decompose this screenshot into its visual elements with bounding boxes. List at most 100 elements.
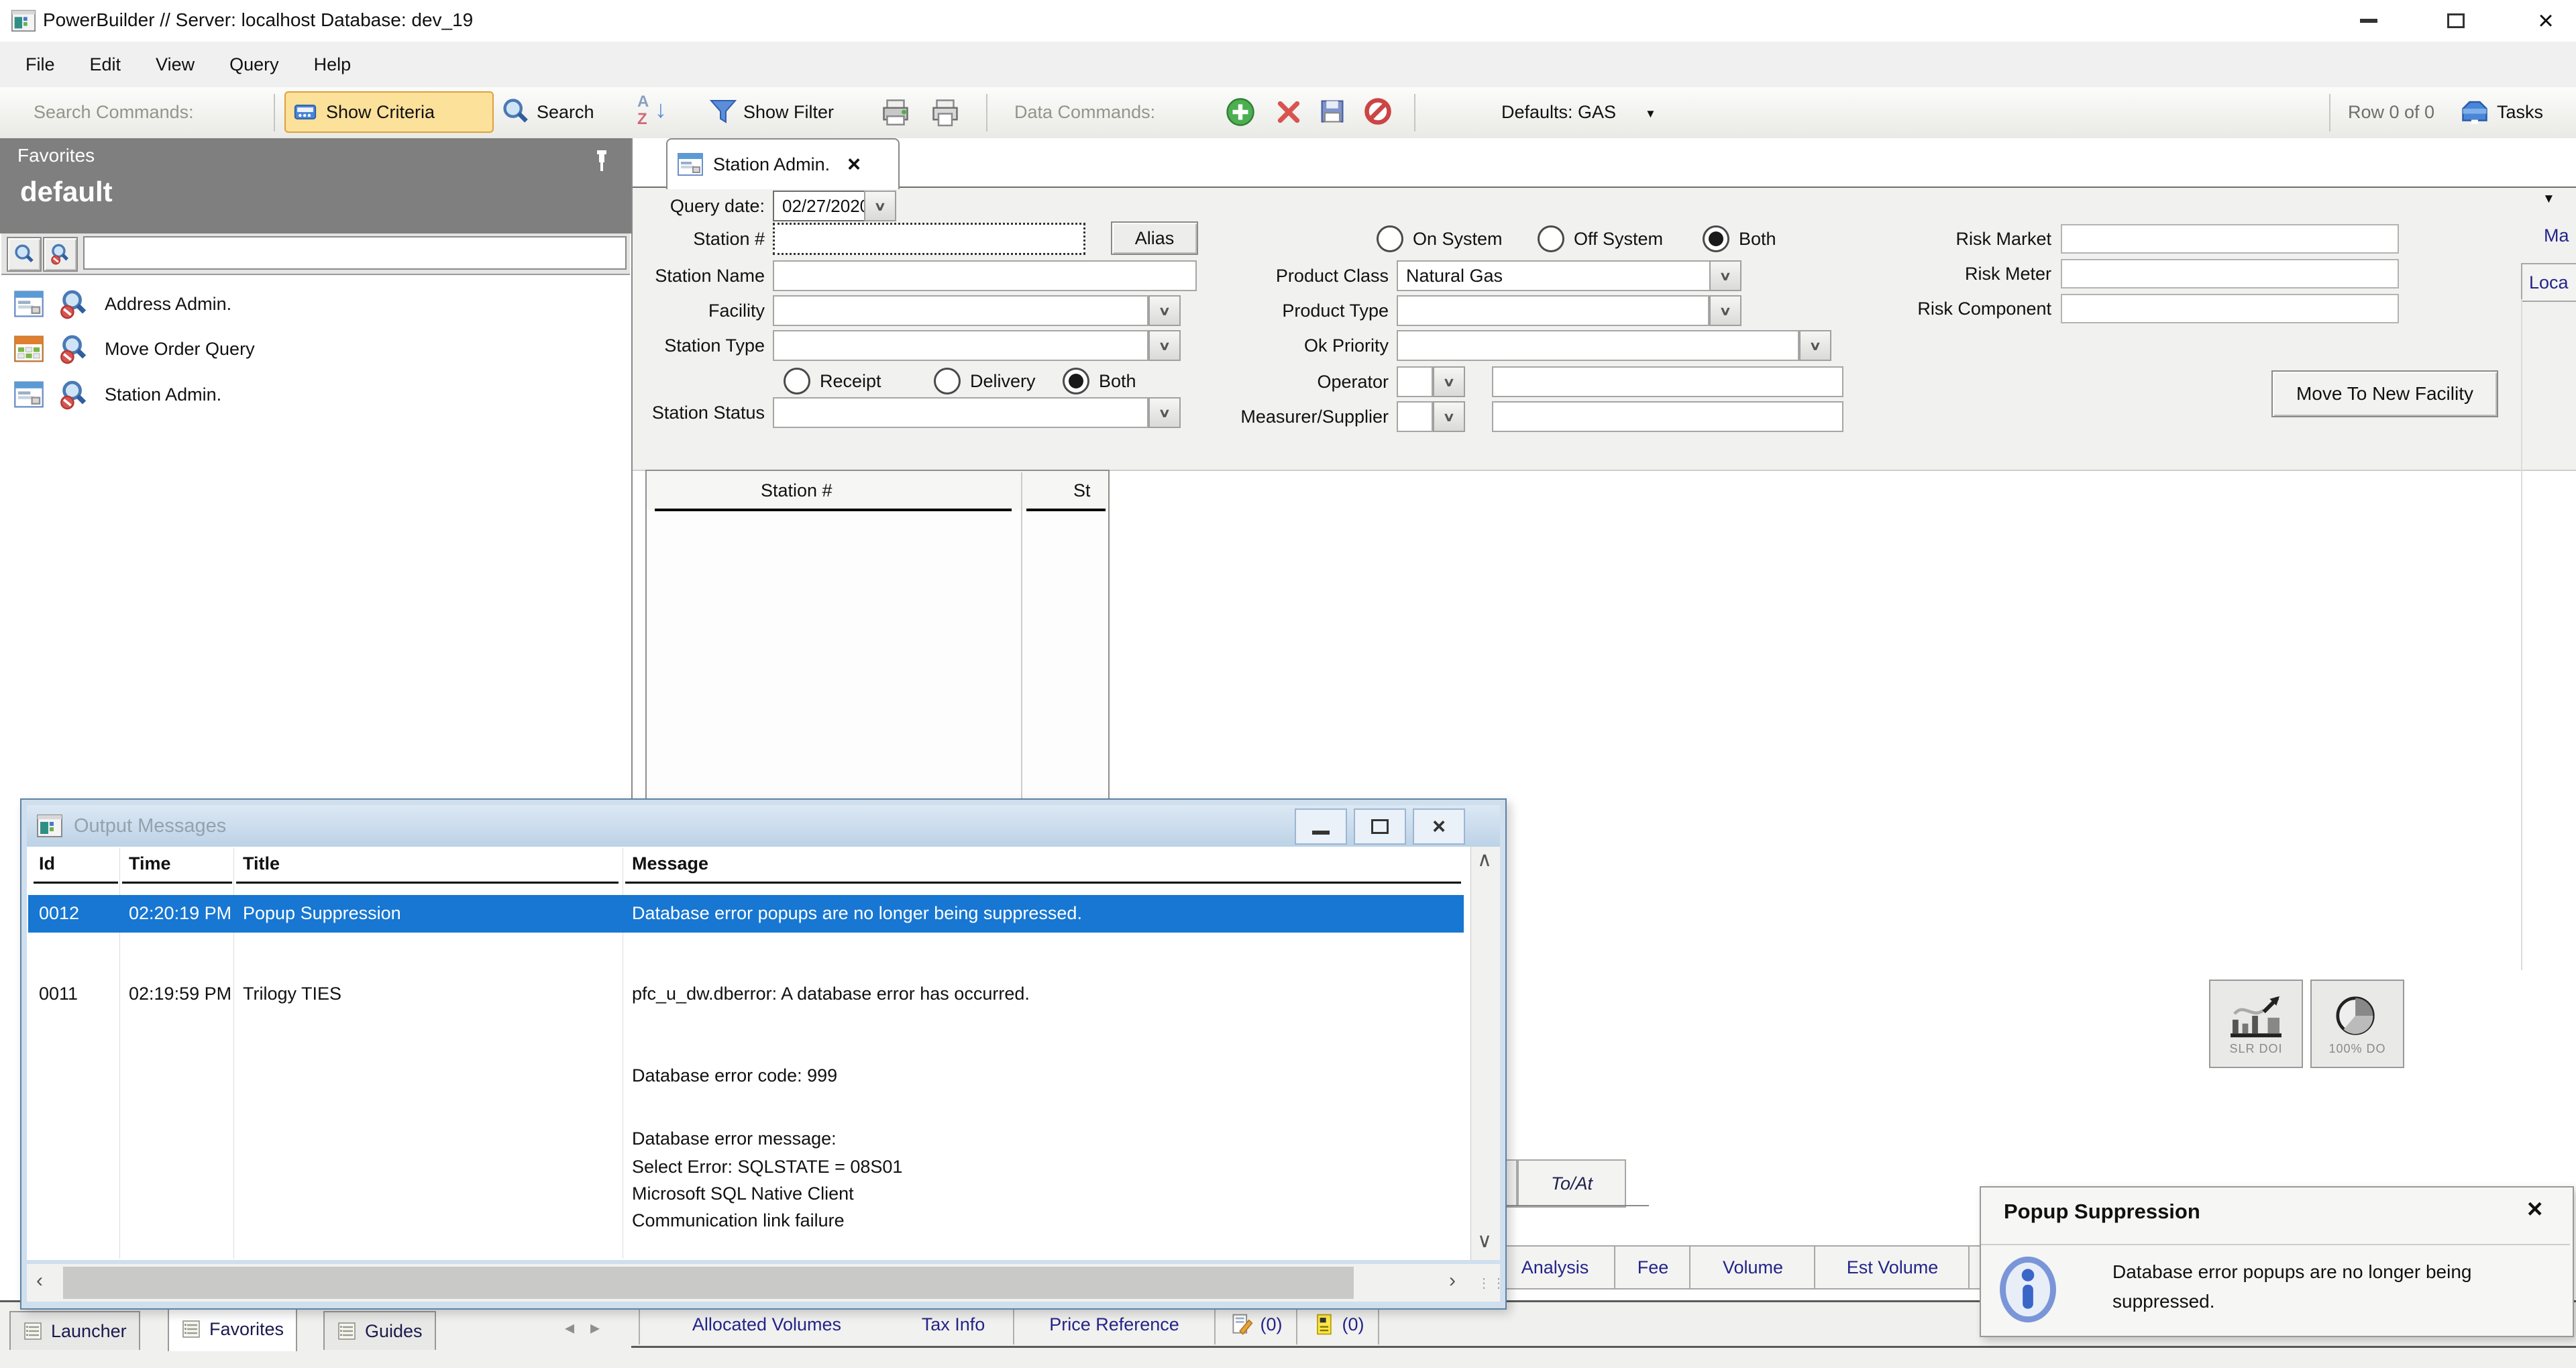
filter-funnel-icon[interactable] [708, 97, 738, 126]
measurer-name-input[interactable] [1492, 401, 1843, 432]
show-criteria-button[interactable]: Show Criteria [284, 91, 494, 133]
tab-allocated-volumes[interactable]: Allocated Volumes [639, 1304, 895, 1345]
delete-row-icon[interactable] [1275, 98, 1303, 126]
scroll-left-icon[interactable]: ‹ [36, 1269, 43, 1292]
product-class-dropdown-button[interactable]: ∨ [1709, 260, 1741, 291]
query-date-field[interactable]: 02/27/2020 [773, 191, 872, 221]
tab-close-icon[interactable]: × [847, 152, 861, 178]
tab-to-at[interactable]: To/At [1517, 1159, 1626, 1208]
output-col-message[interactable]: Message [632, 853, 708, 874]
insert-row-icon[interactable] [1225, 97, 1256, 127]
show-filter-button[interactable]: Show Filter [743, 102, 834, 123]
favorites-clear-search-button[interactable] [43, 237, 78, 272]
alias-button[interactable]: Alias [1111, 221, 1198, 255]
station-status-dropdown-button[interactable]: ∨ [1148, 397, 1181, 428]
output-row-selected[interactable]: 0012 02:20:19 PM Popup Suppression Datab… [28, 895, 1464, 933]
operator-dropdown-button[interactable]: ∨ [1433, 366, 1465, 397]
output-col-time[interactable]: Time [129, 853, 171, 874]
output-col-title[interactable]: Title [243, 853, 280, 874]
tab-sticky-badge[interactable]: (0) [1297, 1304, 1379, 1345]
favorites-item-station-admin[interactable]: Station Admin. [1, 374, 625, 415]
cancel-changes-icon[interactable] [1363, 97, 1393, 126]
dock-tab-guides[interactable]: Guides [323, 1311, 436, 1350]
menu-query[interactable]: Query [212, 42, 297, 87]
tab-overflow-caret-icon[interactable]: ▼ [2542, 192, 2555, 207]
output-messages-window[interactable]: Output Messages × Id Time Title Message … [20, 798, 1507, 1310]
measurer-code-combo[interactable] [1397, 401, 1433, 432]
print-preview-icon[interactable] [928, 95, 962, 129]
results-grid[interactable]: Station # St [645, 470, 1110, 801]
tab-station-admin[interactable]: Station Admin. × [666, 138, 900, 189]
output-vertical-scrollbar[interactable]: ∧ ∨ [1470, 847, 1500, 1260]
pin-icon[interactable] [593, 148, 610, 174]
operator-name-input[interactable] [1492, 366, 1843, 397]
measurer-dropdown-button[interactable]: ∨ [1433, 401, 1465, 432]
output-messages-grid[interactable]: Id Time Title Message 0012 02:20:19 PM P… [27, 847, 1500, 1260]
tab-volume[interactable]: Volume [1689, 1245, 1817, 1290]
tasks-icon[interactable] [2458, 95, 2491, 129]
station-type-dropdown-button[interactable]: ∨ [1148, 330, 1181, 361]
dock-tab-launcher[interactable]: Launcher [9, 1311, 140, 1350]
output-restore-button[interactable] [1354, 808, 1406, 845]
product-class-combo[interactable]: Natural Gas [1397, 260, 1717, 291]
favorites-item-address-admin[interactable]: Address Admin. [1, 283, 625, 325]
full-do-button[interactable]: 100% DO [2310, 980, 2404, 1068]
favorites-profile-name[interactable]: default [20, 176, 113, 208]
menu-file[interactable]: File [8, 42, 72, 87]
facility-combo[interactable] [773, 295, 1148, 326]
menu-edit[interactable]: Edit [72, 42, 139, 87]
delivery-radio[interactable]: Delivery [934, 368, 1036, 394]
grid-col-station-number[interactable]: Station # [761, 480, 833, 501]
tab-tax-info[interactable]: Tax Info [894, 1304, 1014, 1345]
system-both-radio[interactable]: Both [1703, 225, 1776, 252]
output-minimize-button[interactable] [1295, 808, 1347, 845]
scrollbar-thumb[interactable] [63, 1267, 1354, 1299]
station-number-input[interactable] [773, 223, 1085, 255]
tab-fee[interactable]: Fee [1614, 1245, 1692, 1290]
risk-market-input[interactable] [2061, 224, 2399, 254]
minimize-button[interactable] [2339, 0, 2399, 42]
ok-priority-dropdown-button[interactable]: ∨ [1799, 330, 1831, 361]
ok-priority-combo[interactable] [1397, 330, 1799, 361]
menu-help[interactable]: Help [297, 42, 369, 87]
favorites-search-input[interactable] [83, 236, 627, 270]
toast-close-icon[interactable]: × [2527, 1194, 2542, 1224]
close-button[interactable]: × [2516, 0, 2576, 42]
output-col-id[interactable]: Id [39, 853, 55, 874]
favorites-item-move-order-query[interactable]: Move Order Query [1, 328, 625, 370]
dock-scroll-right-icon[interactable]: ▸ [590, 1316, 600, 1338]
move-to-new-facility-button[interactable]: Move To New Facility [2271, 370, 2498, 417]
receipt-radio[interactable]: Receipt [784, 368, 881, 394]
slr-doi-button[interactable]: SLR DOI [2209, 980, 2303, 1068]
tab-analysis[interactable]: Analysis [1493, 1245, 1617, 1290]
grid-col-station-name-clipped[interactable]: St [1073, 480, 1091, 501]
defaults-dropdown[interactable]: Defaults: GAS [1501, 102, 1616, 123]
search-icon[interactable] [500, 97, 530, 126]
on-system-radio[interactable]: On System [1377, 225, 1503, 252]
popup-suppression-toast[interactable]: Popup Suppression × Database error popup… [1980, 1186, 2574, 1337]
menu-view[interactable]: View [138, 42, 212, 87]
scroll-right-icon[interactable]: › [1449, 1269, 1456, 1292]
operator-code-combo[interactable] [1397, 366, 1433, 397]
off-system-radio[interactable]: Off System [1538, 225, 1663, 252]
tab-location-clipped[interactable]: Loca [2521, 263, 2576, 302]
receipt-both-radio[interactable]: Both [1063, 368, 1136, 394]
query-date-dropdown-button[interactable]: ∨ [864, 191, 896, 221]
station-type-combo[interactable] [773, 330, 1148, 361]
risk-meter-input[interactable] [2061, 259, 2399, 288]
product-type-dropdown-button[interactable]: ∨ [1709, 295, 1741, 326]
risk-component-input[interactable] [2061, 294, 2399, 323]
product-type-combo[interactable] [1397, 295, 1709, 326]
output-horizontal-scrollbar[interactable]: ‹ › ⋮⋮ [27, 1264, 1500, 1302]
tab-est-volume[interactable]: Est Volume [1814, 1245, 1971, 1290]
output-window-titlebar[interactable]: Output Messages × [27, 805, 1500, 847]
tab-price-reference[interactable]: Price Reference [1014, 1304, 1216, 1345]
defaults-caret-icon[interactable]: ▼ [1645, 107, 1656, 121]
favorites-search-button[interactable] [7, 237, 42, 272]
resize-grip-icon[interactable]: ⋮⋮ [1477, 1275, 1507, 1292]
dock-scroll-left-icon[interactable]: ◂ [565, 1316, 574, 1338]
station-name-input[interactable] [773, 260, 1197, 291]
facility-dropdown-button[interactable]: ∨ [1148, 295, 1181, 326]
output-close-button[interactable]: × [1413, 808, 1465, 845]
print-icon[interactable] [879, 95, 912, 129]
